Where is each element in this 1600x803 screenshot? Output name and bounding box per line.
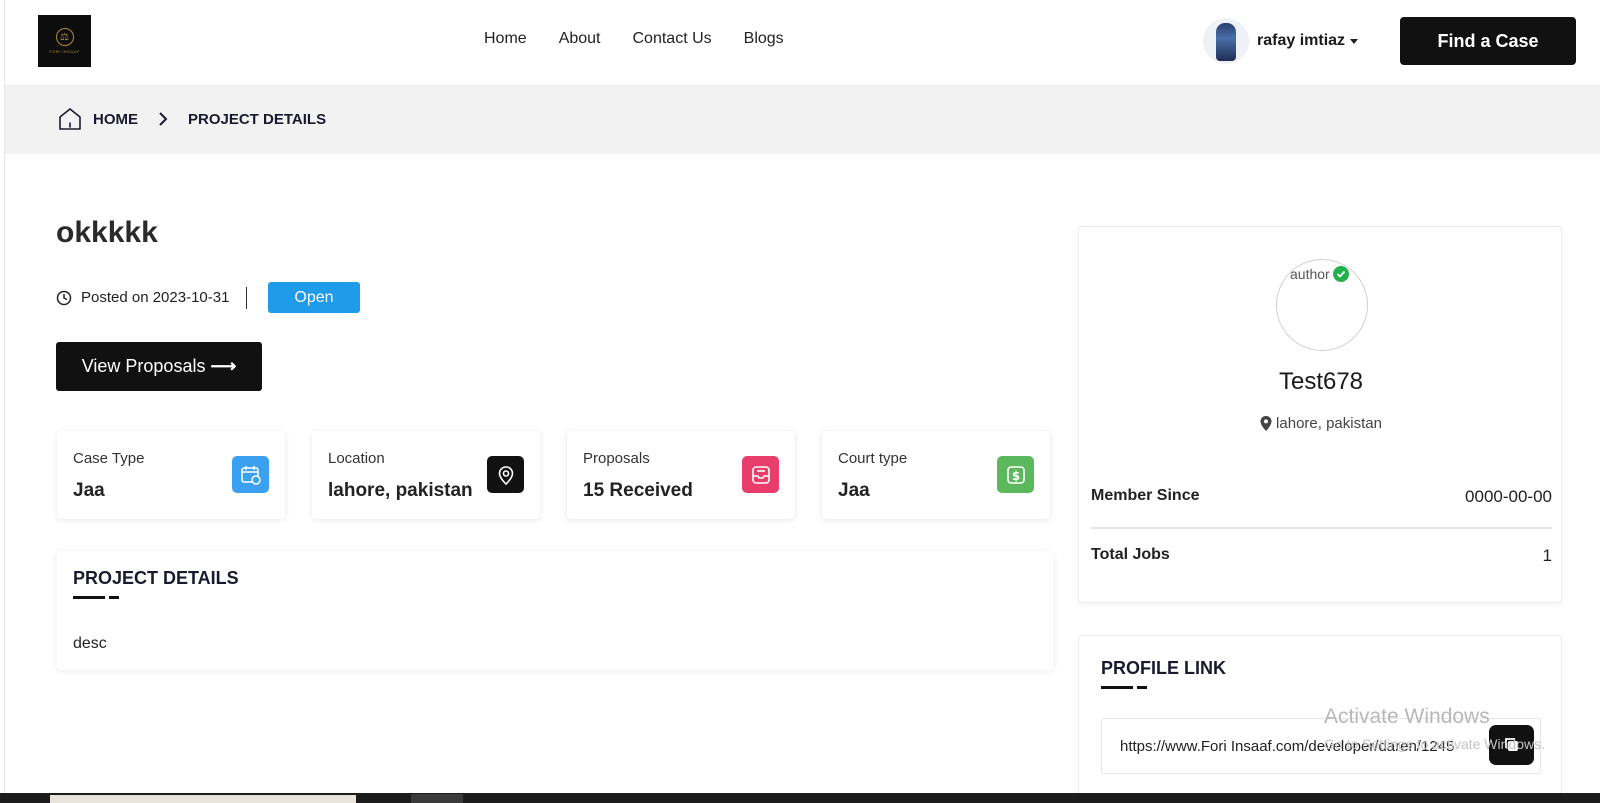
location-card: Location lahore, pakistan: [312, 431, 540, 519]
dollar-icon: $: [997, 456, 1034, 493]
card-label: Proposals: [583, 450, 650, 467]
card-label: Location: [328, 450, 385, 467]
home-icon: [59, 108, 81, 130]
taskbar-item[interactable]: [411, 794, 463, 803]
calendar-icon: [232, 456, 269, 493]
client-location: lahore, pakistan: [1079, 415, 1563, 432]
view-proposals-label: View Proposals: [81, 356, 206, 376]
chevron-down-icon: [1350, 38, 1359, 44]
card-value: 15 Received: [583, 480, 693, 501]
logo-text: FORI INSAAF: [49, 49, 80, 54]
client-name: Test678: [1278, 368, 1364, 395]
map-pin-icon: [487, 456, 524, 493]
user-menu[interactable]: rafay imtiaz: [1203, 18, 1359, 64]
heading-underline-short: [1137, 686, 1147, 689]
user-name: rafay imtiaz: [1257, 32, 1346, 49]
windows-activation-subtitle: Go to Settings to activate Windows.: [1324, 736, 1545, 752]
view-proposals-button[interactable]: View Proposals ⟶: [56, 342, 262, 391]
card-label: Case Type: [73, 450, 145, 467]
profile-link-heading: PROFILE LINK: [1101, 658, 1226, 678]
arrow-right-icon: ⟶: [210, 356, 237, 376]
find-case-button[interactable]: Find a Case: [1400, 17, 1576, 65]
breadcrumb: HOME PROJECT DETAILS: [57, 106, 326, 132]
card-label: Court type: [838, 450, 908, 467]
project-description: desc: [73, 635, 107, 652]
site-logo[interactable]: ⚖ FORI INSAAF: [38, 15, 91, 67]
heading-underline: [1101, 686, 1133, 689]
windows-activation-title: Activate Windows: [1324, 705, 1490, 728]
client-profile-card: author Test678 lahore, pakistan Member S…: [1078, 226, 1562, 603]
site-header: ⚖ FORI INSAAF Home About Contact Us Blog…: [5, 0, 1600, 86]
nav-contact[interactable]: Contact Us: [633, 30, 712, 48]
nav-home[interactable]: Home: [484, 30, 527, 48]
client-avatar: author: [1276, 259, 1368, 351]
map-marker-icon: [1260, 416, 1272, 431]
user-avatar: [1203, 18, 1249, 64]
heading-underline: [73, 596, 105, 599]
inbox-icon: [742, 456, 779, 493]
breadcrumb-home[interactable]: HOME: [93, 111, 138, 128]
svg-text:$: $: [1011, 469, 1019, 483]
nav-about[interactable]: About: [559, 30, 601, 48]
taskbar-item[interactable]: [50, 795, 356, 803]
proposals-card: Proposals 15 Received: [567, 431, 795, 519]
court-type-card: Court type Jaa $: [822, 431, 1050, 519]
card-value: lahore, pakistan: [328, 480, 473, 501]
nav-blogs[interactable]: Blogs: [744, 30, 784, 48]
details-heading: PROJECT DETAILS: [73, 568, 239, 588]
heading-underline-short: [109, 596, 119, 599]
card-value: Jaa: [73, 480, 105, 501]
card-value: Jaa: [838, 480, 870, 501]
case-type-card: Case Type Jaa: [57, 431, 285, 519]
main-nav: Home About Contact Us Blogs: [484, 30, 816, 48]
page-frame: ⚖ FORI INSAAF Home About Contact Us Blog…: [4, 0, 1600, 795]
posted-text: Posted on 2023-10-31: [81, 289, 230, 306]
breadcrumb-bar: HOME PROJECT DETAILS: [5, 86, 1600, 154]
avatar-alt-text: author: [1290, 266, 1330, 282]
status-badge: Open: [268, 282, 360, 313]
divider: [246, 287, 247, 309]
client-location-text: lahore, pakistan: [1276, 415, 1382, 432]
os-taskbar: [0, 793, 1600, 803]
profile-divider: [1091, 527, 1552, 529]
project-details-panel: PROJECT DETAILS desc: [57, 551, 1053, 670]
breadcrumb-current: PROJECT DETAILS: [188, 110, 327, 128]
scales-icon: ⚖: [55, 28, 74, 46]
posted-date: Posted on 2023-10-31: [56, 289, 229, 306]
clock-icon: [56, 290, 72, 305]
total-jobs-value: 1: [1542, 546, 1552, 565]
chevron-right-icon: [159, 112, 168, 126]
project-title: okkkkk: [56, 216, 158, 249]
member-since-value: 0000-00-00: [1465, 487, 1552, 506]
member-since-label: Member Since: [1091, 487, 1200, 504]
total-jobs-label: Total Jobs: [1091, 546, 1170, 563]
verified-check-icon: [1333, 266, 1349, 282]
